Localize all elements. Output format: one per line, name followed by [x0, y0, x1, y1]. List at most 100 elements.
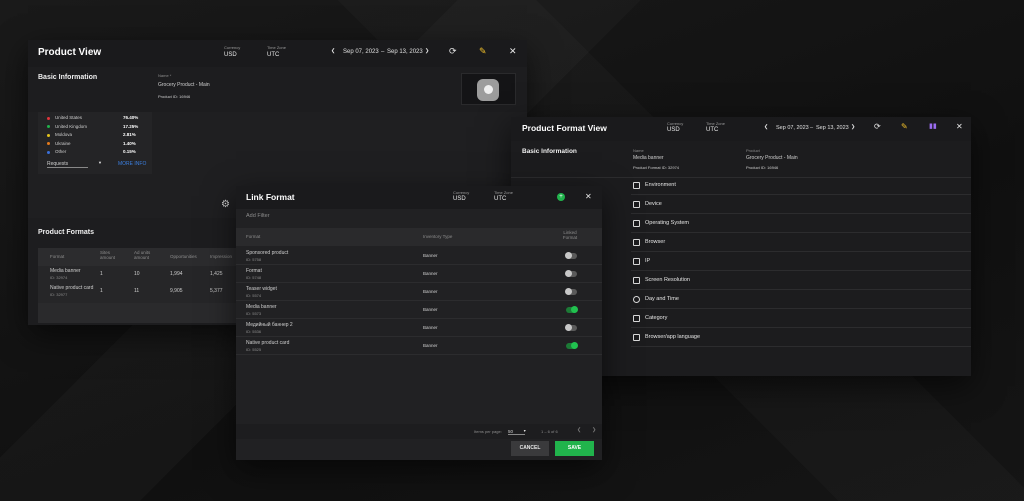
modal-title: Link Format — [246, 192, 295, 202]
country-color-dot — [47, 133, 50, 137]
format-id: ID: 5758 — [246, 257, 262, 262]
refresh-icon[interactable]: ⟳ — [449, 47, 457, 56]
format-name: Sponsored product — [246, 250, 289, 256]
date-from[interactable]: Sep 07, 2023 — [776, 125, 809, 131]
page-title: Product Format View — [522, 123, 607, 133]
col-linked-format: Linked Format — [562, 230, 578, 240]
save-button[interactable]: SAVE — [555, 441, 594, 456]
settings-icon[interactable]: ⚙ — [221, 200, 230, 210]
country-percent: 17.25% — [123, 123, 139, 129]
linked-format-toggle[interactable] — [565, 288, 577, 295]
cancel-button[interactable]: CANCEL — [511, 441, 549, 456]
product-id: Product ID: 16946 — [746, 165, 779, 170]
requests-select[interactable]: Requests — [47, 161, 89, 168]
table-row[interactable]: Media banner ID: 5573 Banner — [236, 301, 602, 319]
table-row[interactable]: Sponsored product ID: 5758 Banner — [236, 247, 602, 265]
currency-value[interactable]: USD — [453, 196, 466, 202]
next-date-icon[interactable]: ❯ — [851, 125, 855, 130]
country-name: Moldova — [55, 132, 73, 137]
close-icon[interactable]: ✕ — [956, 123, 963, 131]
country-color-dot — [47, 116, 50, 120]
next-page-icon[interactable]: ❯ — [592, 428, 596, 433]
currency-value[interactable]: USD — [224, 52, 237, 58]
table-row[interactable]: Teaser widget ID: 5574 Banner — [236, 283, 602, 301]
name-label: Name * — [158, 73, 172, 78]
col-opportunities: Opportunities — [170, 254, 197, 259]
country-color-dot — [47, 125, 50, 128]
category-label[interactable]: Screen Resolution — [645, 277, 690, 283]
name-value[interactable]: Media banner — [633, 155, 664, 161]
edit-icon[interactable]: ✎ — [901, 123, 908, 131]
category-label[interactable]: Browser/app language — [645, 334, 700, 340]
col-sites: Sites amount — [100, 250, 116, 260]
format-id: ID: 5574 — [246, 293, 262, 298]
link-table-header — [236, 228, 602, 246]
timezone-value[interactable]: UTC — [706, 127, 718, 133]
chevron-down-icon[interactable]: ▼ — [523, 429, 526, 434]
timezone-label: Time Zone — [494, 190, 513, 195]
product-logo-icon — [477, 79, 499, 101]
product-image[interactable] — [461, 73, 516, 105]
prev-date-icon[interactable]: ❮ — [331, 49, 335, 54]
date-to[interactable]: Sep 13, 2023 — [816, 125, 849, 131]
product-value[interactable]: Grocery Product - Main — [746, 155, 798, 161]
divider — [631, 213, 971, 214]
category-label[interactable]: Environment — [645, 182, 676, 188]
timezone-label: Time Zone — [706, 121, 725, 126]
format-name: Медийный баннер 2 — [246, 322, 293, 328]
country-color-dot — [47, 150, 50, 154]
divider — [631, 308, 971, 309]
linked-format-toggle[interactable] — [566, 306, 578, 313]
chevron-down-icon[interactable]: ▼ — [98, 161, 102, 165]
date-from[interactable]: Sep 07, 2023 — [343, 49, 379, 55]
table-row[interactable]: Native product card ID: 5525 Banner — [236, 337, 602, 355]
format-name: Teaser widget — [246, 286, 277, 292]
country-percent: 1.40% — [123, 140, 136, 146]
category-label[interactable]: Browser — [645, 239, 665, 245]
format-name[interactable]: Native product card — [50, 285, 93, 291]
date-to[interactable]: Sep 13, 2023 — [387, 49, 423, 55]
currency-label: Currency — [667, 121, 684, 126]
category-label[interactable]: Device — [645, 201, 662, 207]
refresh-icon[interactable]: ⟳ — [874, 123, 881, 131]
country-name: Other — [55, 149, 67, 154]
format-id: ID: 5573 — [246, 311, 262, 316]
prev-page-icon[interactable]: ❮ — [577, 428, 581, 433]
table-row[interactable]: Format ID: 5748 Banner — [236, 265, 602, 283]
table-row[interactable]: Медийный баннер 2 ID: 5536 Banner — [236, 319, 602, 337]
prev-date-icon[interactable]: ❮ — [764, 125, 768, 130]
divider — [631, 346, 971, 347]
more-info-link[interactable]: MORE INFO — [118, 161, 146, 167]
category-label[interactable]: IP — [645, 258, 650, 264]
col-format: Format — [246, 234, 261, 239]
close-icon[interactable]: ✕ — [585, 193, 592, 201]
add-icon[interactable]: + — [557, 193, 565, 201]
screen-icon — [633, 277, 640, 284]
windows-icon — [633, 220, 640, 227]
currency-value[interactable]: USD — [667, 127, 680, 133]
linked-format-toggle[interactable] — [565, 324, 577, 331]
impressions: 1,425 — [210, 271, 223, 277]
timezone-value[interactable]: UTC — [494, 196, 506, 202]
country-percent: 0.15% — [123, 149, 136, 154]
country-name: United States — [55, 115, 83, 120]
analytics-icon[interactable]: ▮▮ — [929, 123, 937, 130]
timezone-value[interactable]: UTC — [267, 52, 279, 58]
close-icon[interactable]: ✕ — [509, 47, 517, 56]
edit-icon[interactable]: ✎ — [479, 47, 487, 56]
category-label[interactable]: Operating System — [645, 220, 689, 226]
category-label[interactable]: Category — [645, 315, 667, 321]
name-value[interactable]: Grocery Product - Main — [158, 82, 210, 88]
linked-format-toggle[interactable] — [565, 252, 577, 259]
col-units: Ad units amount — [134, 250, 151, 260]
add-filter-input[interactable]: Add Filter — [246, 213, 270, 219]
category-label[interactable]: Day and Time — [645, 296, 679, 302]
browser-icon — [633, 239, 640, 246]
divider — [631, 289, 971, 290]
next-date-icon[interactable]: ❯ — [425, 49, 429, 54]
currency-label: Currency — [453, 190, 470, 195]
linked-format-toggle[interactable] — [566, 342, 578, 349]
divider — [236, 354, 602, 355]
format-name[interactable]: Media banner — [50, 268, 81, 274]
linked-format-toggle[interactable] — [565, 270, 577, 277]
